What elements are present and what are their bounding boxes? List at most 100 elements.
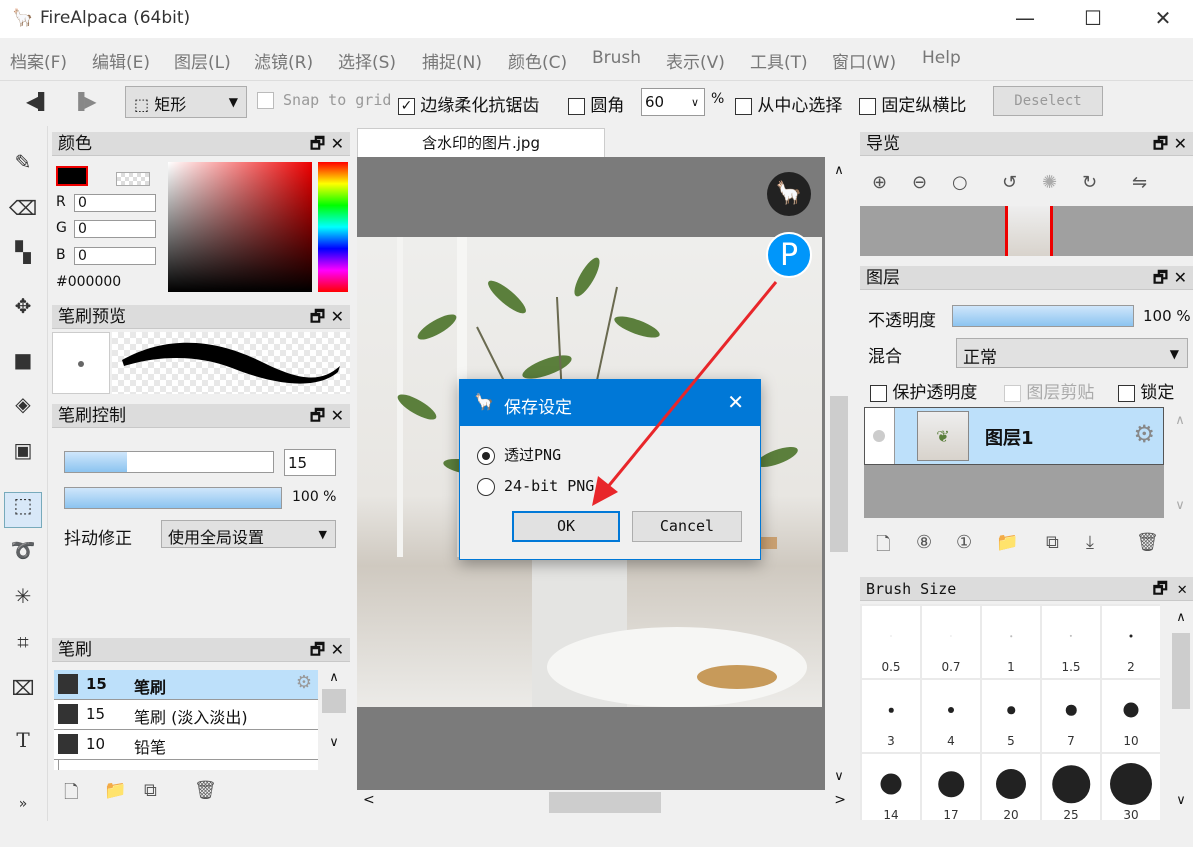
new-folder-icon[interactable]: 📁 [996, 532, 1018, 553]
reset-rotation-icon[interactable]: ✺ [1042, 172, 1057, 193]
zoom-in-icon[interactable]: ⊕ [872, 172, 887, 193]
panel-float-close-icon[interactable]: 🗗 ✕ [310, 404, 344, 428]
panel-float-close-icon[interactable]: 🗗 ✕ [1153, 132, 1187, 156]
navigator-preview[interactable] [860, 206, 1193, 256]
brush-size-cell[interactable]: 17 [922, 754, 980, 820]
flip-icon[interactable]: ⇋ [1132, 172, 1147, 193]
minimize-button[interactable]: — [1010, 6, 1040, 30]
menu-item[interactable]: 编辑(E) [92, 48, 150, 73]
menu-item[interactable]: 滤镜(R) [254, 48, 313, 73]
panel-float-close-icon[interactable]: 🗗 ✕ [1153, 266, 1187, 290]
primary-color-swatch[interactable] [56, 166, 88, 186]
round-corner-checkbox[interactable]: 圆角 [568, 91, 624, 116]
delete-layer-icon[interactable]: 🗑 [1136, 532, 1159, 553]
stabilizer-dropdown[interactable]: 使用全局设置 ▼ [161, 520, 336, 548]
layer-row[interactable]: ❦ 图层1 ⚙ [864, 407, 1164, 465]
magic-wand-tool-icon[interactable]: ✳ [8, 584, 38, 614]
panel-float-close-icon[interactable]: 🗗 ✕ [1153, 577, 1187, 601]
menu-item[interactable]: Brush [592, 48, 641, 68]
brush-size-cell[interactable]: 30 [1102, 754, 1160, 820]
24bit-png-radio[interactable]: 24-bit PNG [477, 477, 594, 496]
brush-list-item[interactable]: 10 铅笔 [54, 730, 318, 760]
new-brush-icon[interactable]: 🗋 [64, 780, 78, 810]
menu-item[interactable]: 选择(S) [338, 48, 396, 73]
blend-mode-dropdown[interactable]: 正常 ▼ [956, 338, 1188, 368]
panel-float-close-icon[interactable]: 🗗 ✕ [310, 638, 344, 662]
brush-size-cell[interactable]: 5 [982, 680, 1040, 752]
cancel-button[interactable]: Cancel [632, 511, 742, 542]
layer-visibility-toggle[interactable] [865, 408, 895, 464]
text-tool-icon[interactable]: T [8, 728, 38, 758]
brush-settings-gear-icon[interactable]: ⚙ [296, 672, 312, 693]
select-eraser-tool-icon[interactable]: ⌧ [8, 676, 38, 706]
brush-list-scrollbar[interactable]: ∧ ∨ [320, 670, 348, 770]
brush-size-cell[interactable]: 14 [862, 754, 920, 820]
brush-size-input[interactable]: 15 [284, 449, 336, 476]
lasso-tool-icon[interactable]: ➰ [8, 538, 38, 568]
brush-size-cell[interactable]: 4 [922, 680, 980, 752]
new-layer-icon[interactable]: 🗋 [876, 532, 890, 562]
panel-float-close-icon[interactable]: 🗗 ✕ [310, 132, 344, 156]
deselect-button[interactable]: Deselect [993, 86, 1103, 116]
hue-slider[interactable] [318, 162, 348, 292]
rect-select-tool-icon[interactable]: ⬚ [4, 492, 42, 528]
brush-size-cell[interactable]: 2 [1102, 606, 1160, 678]
brush-size-cell[interactable]: 7 [1042, 680, 1100, 752]
secondary-color-swatch[interactable] [116, 172, 150, 186]
brush-size-cell[interactable]: 25 [1042, 754, 1100, 820]
maximize-button[interactable]: ☐ [1078, 6, 1108, 30]
duplicate-layer-icon[interactable]: ⧉ [1046, 532, 1059, 553]
next-icon[interactable]: ▐▶ [72, 92, 97, 111]
bucket-tool-icon[interactable]: ◈ [8, 392, 38, 422]
zoom-out-icon[interactable]: ⊖ [912, 172, 927, 193]
rotate-right-icon[interactable]: ↻ [1082, 172, 1097, 193]
brush-opacity-slider[interactable] [64, 487, 282, 509]
menu-item[interactable]: 捕捉(N) [422, 48, 482, 73]
menu-item[interactable]: 工具(T) [750, 48, 808, 73]
merge-down-icon[interactable]: ⤓ [1086, 532, 1094, 553]
canvas-horizontal-scrollbar[interactable]: < > [357, 790, 852, 815]
b-input[interactable]: 0 [74, 247, 156, 265]
eraser-tool-icon[interactable]: ⌫ [8, 196, 38, 226]
zoom-fit-icon[interactable]: ○ [952, 172, 968, 193]
menu-item[interactable]: 档案(F) [10, 48, 67, 73]
brush-list-item[interactable]: 15 笔刷 (淡入淡出) [54, 700, 318, 730]
brush-size-cell[interactable]: 1.5 [1042, 606, 1100, 678]
antialias-checkbox[interactable]: ✓ 边缘柔化抗锯齿 [398, 91, 539, 116]
fill-rect-tool-icon[interactable]: ■ [8, 348, 38, 378]
clipping-checkbox[interactable]: 图层剪贴 [1004, 378, 1094, 403]
gradient-tool-icon[interactable]: ▣ [8, 438, 38, 468]
canvas-vertical-scrollbar[interactable]: ∧ ∨ [826, 157, 852, 790]
folder-icon[interactable]: 📁 [104, 780, 126, 801]
close-button[interactable]: ✕ [1148, 6, 1178, 30]
snap-to-grid-checkbox[interactable]: Snap to grid [257, 91, 391, 109]
menu-item[interactable]: 图层(L) [174, 48, 231, 73]
brush-size-cell[interactable]: 10 [1102, 680, 1160, 752]
panel-float-close-icon[interactable]: 🗗 ✕ [310, 305, 344, 329]
layer-settings-gear-icon[interactable]: ⚙ [1133, 420, 1155, 448]
fixed-ratio-checkbox[interactable]: 固定纵横比 [859, 91, 966, 116]
layer-opacity-slider[interactable] [952, 305, 1134, 327]
dot-tool-icon[interactable]: ▚ [8, 240, 38, 270]
layer-list-scrollbar[interactable]: ∧ ∨ [1168, 407, 1192, 518]
new-8bit-layer-icon[interactable]: ⑧ [916, 532, 932, 553]
brush-size-cell[interactable]: 0.7 [922, 606, 980, 678]
round-value-select[interactable]: 60 ∨ [641, 88, 705, 116]
menu-item[interactable]: 窗口(W) [832, 48, 896, 73]
selection-shape-dropdown[interactable]: ⬚ 矩形 ▼ [125, 86, 247, 118]
menu-item[interactable]: Help [922, 48, 961, 68]
g-input[interactable]: 0 [74, 220, 156, 238]
select-pen-tool-icon[interactable]: ⌗ [8, 630, 38, 660]
more-tools-icon[interactable]: » [8, 796, 38, 826]
saturation-value-picker[interactable] [168, 162, 312, 292]
protect-alpha-checkbox[interactable]: 保护透明度 [870, 378, 977, 403]
delete-brush-icon[interactable]: 🗑 [194, 780, 217, 801]
brush-list-item[interactable]: 15 笔刷 ⚙ [54, 670, 318, 700]
rotate-left-icon[interactable]: ↺ [1002, 172, 1017, 193]
brush-size-cell[interactable]: 1 [982, 606, 1040, 678]
from-center-checkbox[interactable]: 从中心选择 [735, 91, 842, 116]
duplicate-brush-icon[interactable]: ⧉ [144, 780, 157, 801]
pen-tool-icon[interactable]: ✎ [8, 150, 38, 180]
prev-icon[interactable]: ◀▌ [26, 92, 51, 111]
brush-size-cell[interactable]: 3 [862, 680, 920, 752]
